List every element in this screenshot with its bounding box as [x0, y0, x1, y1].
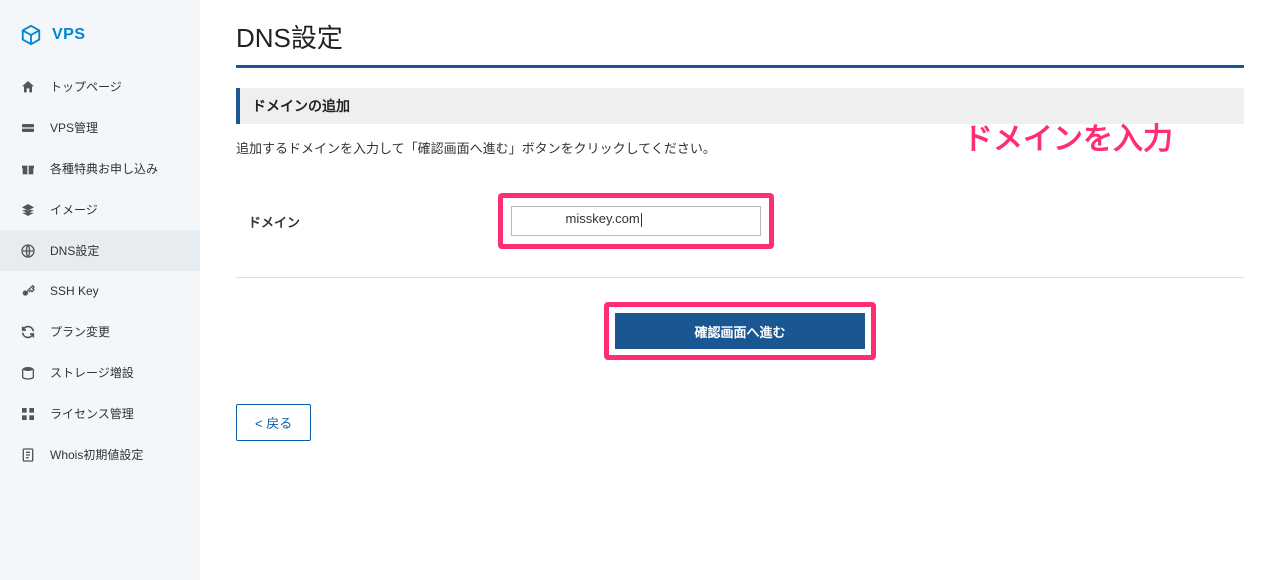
layers-icon [20, 202, 36, 218]
sidebar: VPS トップページ VPS管理 各種特典お申し込み イメージ DNS設定 SS… [0, 0, 200, 580]
sidebar-item-label: イメージ [50, 201, 98, 218]
storage-icon [20, 365, 36, 381]
sidebar-item-label: DNS設定 [50, 242, 99, 259]
page-title: DNS設定 [236, 18, 1244, 68]
sidebar-item-vps[interactable]: VPS管理 [0, 107, 200, 148]
sidebar-item-license[interactable]: ライセンス管理 [0, 393, 200, 434]
submit-area: 確認画面へ進む [236, 302, 1244, 360]
cube-icon [20, 24, 42, 46]
confirm-button[interactable]: 確認画面へ進む [615, 313, 865, 349]
gift-icon [20, 161, 36, 177]
sidebar-item-label: 各種特典お申し込み [50, 160, 158, 177]
refresh-icon [20, 324, 36, 340]
sidebar-item-home[interactable]: トップページ [0, 66, 200, 107]
back-button[interactable]: < 戻る [236, 404, 311, 441]
back-row: < 戻る [236, 404, 1244, 441]
domain-input[interactable]: xxxxxxxmisskey.com [511, 206, 761, 236]
sidebar-item-label: プラン変更 [50, 323, 110, 340]
domain-form-row: ドメイン xxxxxxxmisskey.com [236, 185, 1244, 278]
key-icon [20, 283, 36, 299]
home-icon [20, 79, 36, 95]
sidebar-item-offers[interactable]: 各種特典お申し込み [0, 148, 200, 189]
sidebar-item-sshkey[interactable]: SSH Key [0, 271, 200, 311]
sidebar-item-label: トップページ [50, 78, 122, 95]
sidebar-item-label: SSH Key [50, 284, 99, 298]
highlight-box-submit: 確認画面へ進む [604, 302, 876, 360]
domain-label: ドメイン [248, 212, 498, 231]
sidebar-item-storage[interactable]: ストレージ増設 [0, 352, 200, 393]
logo-text: VPS [52, 26, 86, 44]
grid-icon [20, 406, 36, 422]
main-content: DNS設定 ドメインの追加 追加するドメインを入力して「確認画面へ進む」ボタンを… [200, 0, 1280, 580]
sidebar-item-label: ライセンス管理 [50, 405, 134, 422]
sidebar-item-label: Whois初期値設定 [50, 446, 143, 463]
sidebar-item-label: VPS管理 [50, 119, 98, 136]
sidebar-item-images[interactable]: イメージ [0, 189, 200, 230]
highlight-box-input: xxxxxxxmisskey.com [498, 193, 774, 249]
logo: VPS [0, 18, 200, 66]
sidebar-item-whois[interactable]: Whois初期値設定 [0, 434, 200, 475]
sidebar-item-dns[interactable]: DNS設定 [0, 230, 200, 271]
document-icon [20, 447, 36, 463]
annotation-input-hint: ドメインを入力 [963, 114, 1173, 158]
globe-icon [20, 243, 36, 259]
server-icon [20, 120, 36, 136]
sidebar-item-label: ストレージ増設 [50, 364, 134, 381]
sidebar-item-plan[interactable]: プラン変更 [0, 311, 200, 352]
